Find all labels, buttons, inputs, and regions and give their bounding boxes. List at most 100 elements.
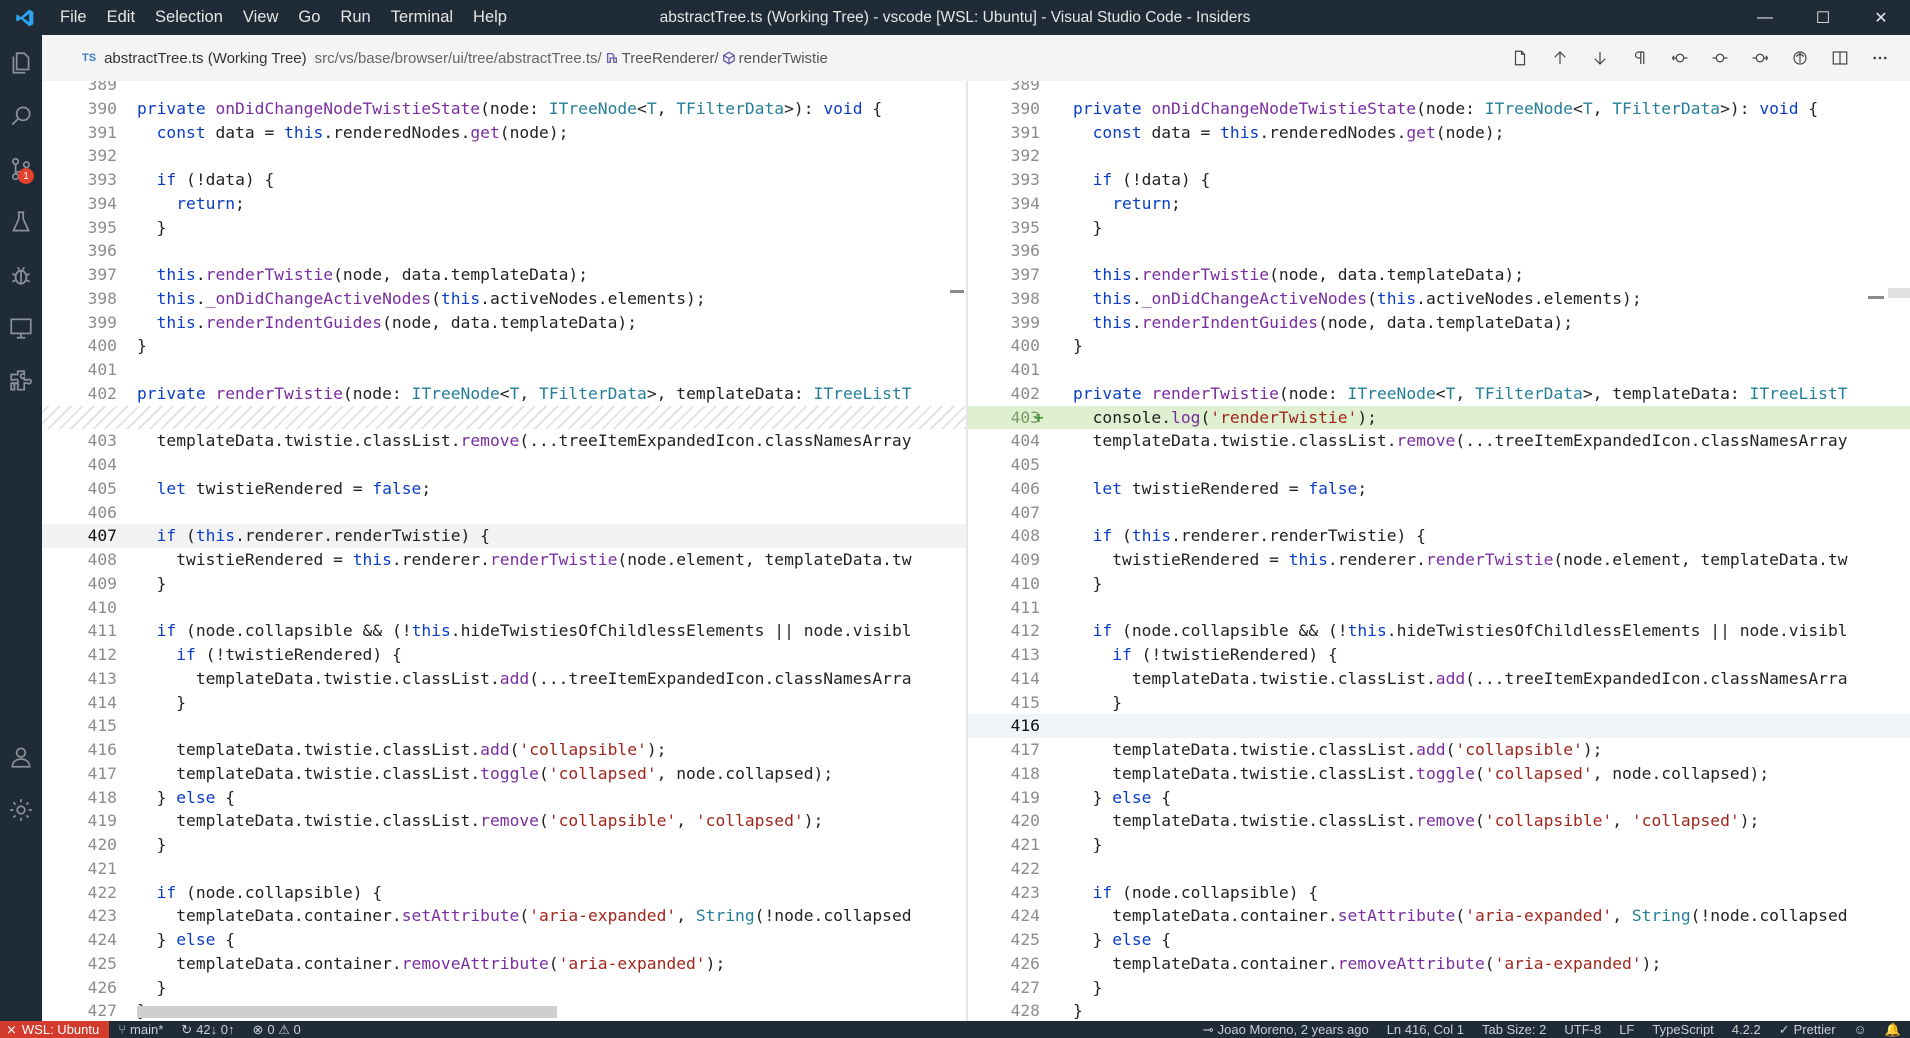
code-line[interactable]: 395 } [968,216,1910,240]
accounts-icon[interactable] [0,731,42,783]
code-line[interactable]: 423 if (node.collapsible) { [968,881,1910,905]
code-line[interactable]: 399 this.renderIndentGuides(node, data.t… [968,311,1910,335]
code-line[interactable]: 428} [968,999,1910,1021]
code-line[interactable]: 417 templateData.twistie.classList.add('… [968,738,1910,762]
explorer-icon[interactable] [0,37,42,89]
added-code-line[interactable]: 403 + console.log('renderTwistie'); [968,405,1910,430]
code-line[interactable]: 407 if (this.renderer.renderTwistie) { [42,524,966,549]
code-line[interactable]: 418 } else { [42,786,966,810]
code-line[interactable]: 406 [42,501,966,525]
code-line[interactable]: 400} [42,334,966,358]
breadcrumb-method[interactable]: renderTwistie [719,50,828,67]
menu-file[interactable]: File [50,0,97,35]
remote-indicator[interactable]: ⨯ WSL: Ubuntu [0,1021,110,1038]
run-debug-icon[interactable] [0,249,42,301]
breadcrumb-path[interactable]: src/vs/base/browser/ui/tree/abstractTree… [315,50,602,67]
code-line[interactable]: 393 if (!data) { [42,168,966,192]
git-blame[interactable]: ⊸ Joao Moreno, 2 years ago [1194,1022,1378,1038]
code-line[interactable]: 390 private onDidChangeNodeTwistieState(n… [968,97,1910,121]
overview-ruler-right[interactable] [1888,288,1910,298]
code-line[interactable]: 425 templateData.container.removeAttribu… [42,952,966,976]
end-of-line[interactable]: LF [1610,1022,1643,1037]
code-line[interactable]: 412 if (!twistieRendered) { [42,643,966,667]
manage-gear-icon[interactable] [0,784,42,836]
split-editor-icon[interactable] [1820,42,1860,74]
code-line[interactable]: 414 templateData.twistie.classList.add(.… [968,667,1910,691]
code-line[interactable]: 396 [968,239,1910,263]
typescript-version[interactable]: 4.2.2 [1723,1022,1770,1037]
revert-icon[interactable] [1660,42,1700,74]
more-actions-icon[interactable] [1860,42,1900,74]
unstage-icon[interactable] [1740,42,1780,74]
code-line[interactable]: 412 if (node.collapsible && (!this.hideT… [968,619,1910,643]
tab-size[interactable]: Tab Size: 2 [1473,1022,1555,1037]
code-line[interactable]: 415 } [968,691,1910,715]
code-line[interactable]: 426 templateData.container.removeAttribu… [968,952,1910,976]
original-editor[interactable]: 389 390 private onDidChangeNodeTwistieStat… [42,81,966,1021]
code-line[interactable]: 398 this._onDidChangeActiveNodes(this.ac… [42,287,966,311]
code-line[interactable]: 393 if (!data) { [968,168,1910,192]
feedback-icon[interactable]: ☺ [1845,1022,1876,1037]
language-mode[interactable]: TypeScript [1643,1022,1722,1037]
source-control-icon[interactable]: 1 [0,143,42,195]
code-line[interactable]: 423 templateData.container.setAttribute(… [42,904,966,928]
code-line[interactable]: 408 if (this.renderer.renderTwistie) { [968,524,1910,548]
problems-indicator[interactable]: ⊗ 0 ⚠ 0 [244,1022,310,1038]
code-line[interactable]: 422 if (node.collapsible) { [42,881,966,905]
menu-terminal[interactable]: Terminal [381,0,463,35]
code-line[interactable]: 420 templateData.twistie.classList.remov… [968,809,1910,833]
code-line[interactable]: 409 twistieRendered = this.renderer.rend… [968,548,1910,572]
code-line[interactable]: 424 } else { [42,928,966,952]
code-line[interactable]: 414 } [42,691,966,715]
code-line[interactable]: 397 this.renderTwistie(node, data.templa… [968,263,1910,287]
code-line[interactable]: 395 } [42,216,966,240]
next-change-icon[interactable] [1580,42,1620,74]
code-line[interactable]: 402 private renderTwistie(node: ITreeNode… [968,382,1910,406]
minimize-icon[interactable]: — [1736,0,1794,35]
diff-deleted-placeholder[interactable] [42,405,966,430]
menu-selection[interactable]: Selection [145,0,233,35]
code-line[interactable]: 416 [968,714,1910,739]
code-line[interactable]: 398 this._onDidChangeActiveNodes(this.ac… [968,287,1910,311]
code-line[interactable]: 394 return; [42,192,966,216]
code-line[interactable]: 413 if (!twistieRendered) { [968,643,1910,667]
extensions-icon[interactable] [0,355,42,407]
code-line[interactable]: 415 [42,714,966,738]
code-line[interactable]: 391 const data = this.renderedNodes.get(… [42,121,966,145]
formatter[interactable]: ✓ Prettier [1770,1022,1845,1038]
menu-view[interactable]: View [233,0,288,35]
code-line[interactable]: 419 } else { [968,786,1910,810]
code-line[interactable]: 420 } [42,833,966,857]
horizontal-scrollbar[interactable] [137,1006,557,1018]
notifications-icon[interactable]: 🔔 [1876,1022,1910,1038]
code-line[interactable]: 389 [42,81,966,97]
code-line[interactable]: 411 [968,596,1910,620]
code-line[interactable]: 396 [42,239,966,263]
code-line[interactable]: 410 [42,596,966,620]
code-line[interactable]: 421 } [968,833,1910,857]
code-line[interactable]: 392 [42,144,966,168]
code-line[interactable]: 394 return; [968,192,1910,216]
menu-go[interactable]: Go [288,0,330,35]
close-icon[interactable]: ✕ [1852,0,1910,35]
code-line[interactable]: 390 private onDidChangeNodeTwistieState(n… [42,97,966,121]
menu-help[interactable]: Help [463,0,517,35]
search-icon[interactable] [0,90,42,142]
remote-explorer-icon[interactable] [0,302,42,354]
branch-indicator[interactable]: ⑂ main* [109,1022,172,1037]
code-line[interactable]: 405 let twistieRendered = false; [42,477,966,501]
code-line[interactable]: 409 } [42,572,966,596]
code-line[interactable]: 416 templateData.twistie.classList.add('… [42,738,966,762]
code-line[interactable]: 410 } [968,572,1910,596]
menu-run[interactable]: Run [330,0,380,35]
code-line[interactable]: 403 templateData.twistie.classList.remov… [42,429,966,453]
code-line[interactable]: 424 templateData.container.setAttribute(… [968,904,1910,928]
open-changes-icon[interactable] [1780,42,1820,74]
code-line[interactable]: 417 templateData.twistie.classList.toggl… [42,762,966,786]
code-line[interactable]: 425 } else { [968,928,1910,952]
code-line[interactable]: 389 [968,81,1910,97]
code-line[interactable]: 422 [968,857,1910,881]
code-line[interactable]: 404 [42,453,966,477]
code-line[interactable]: 427 } [968,976,1910,1000]
previous-change-icon[interactable] [1540,42,1580,74]
